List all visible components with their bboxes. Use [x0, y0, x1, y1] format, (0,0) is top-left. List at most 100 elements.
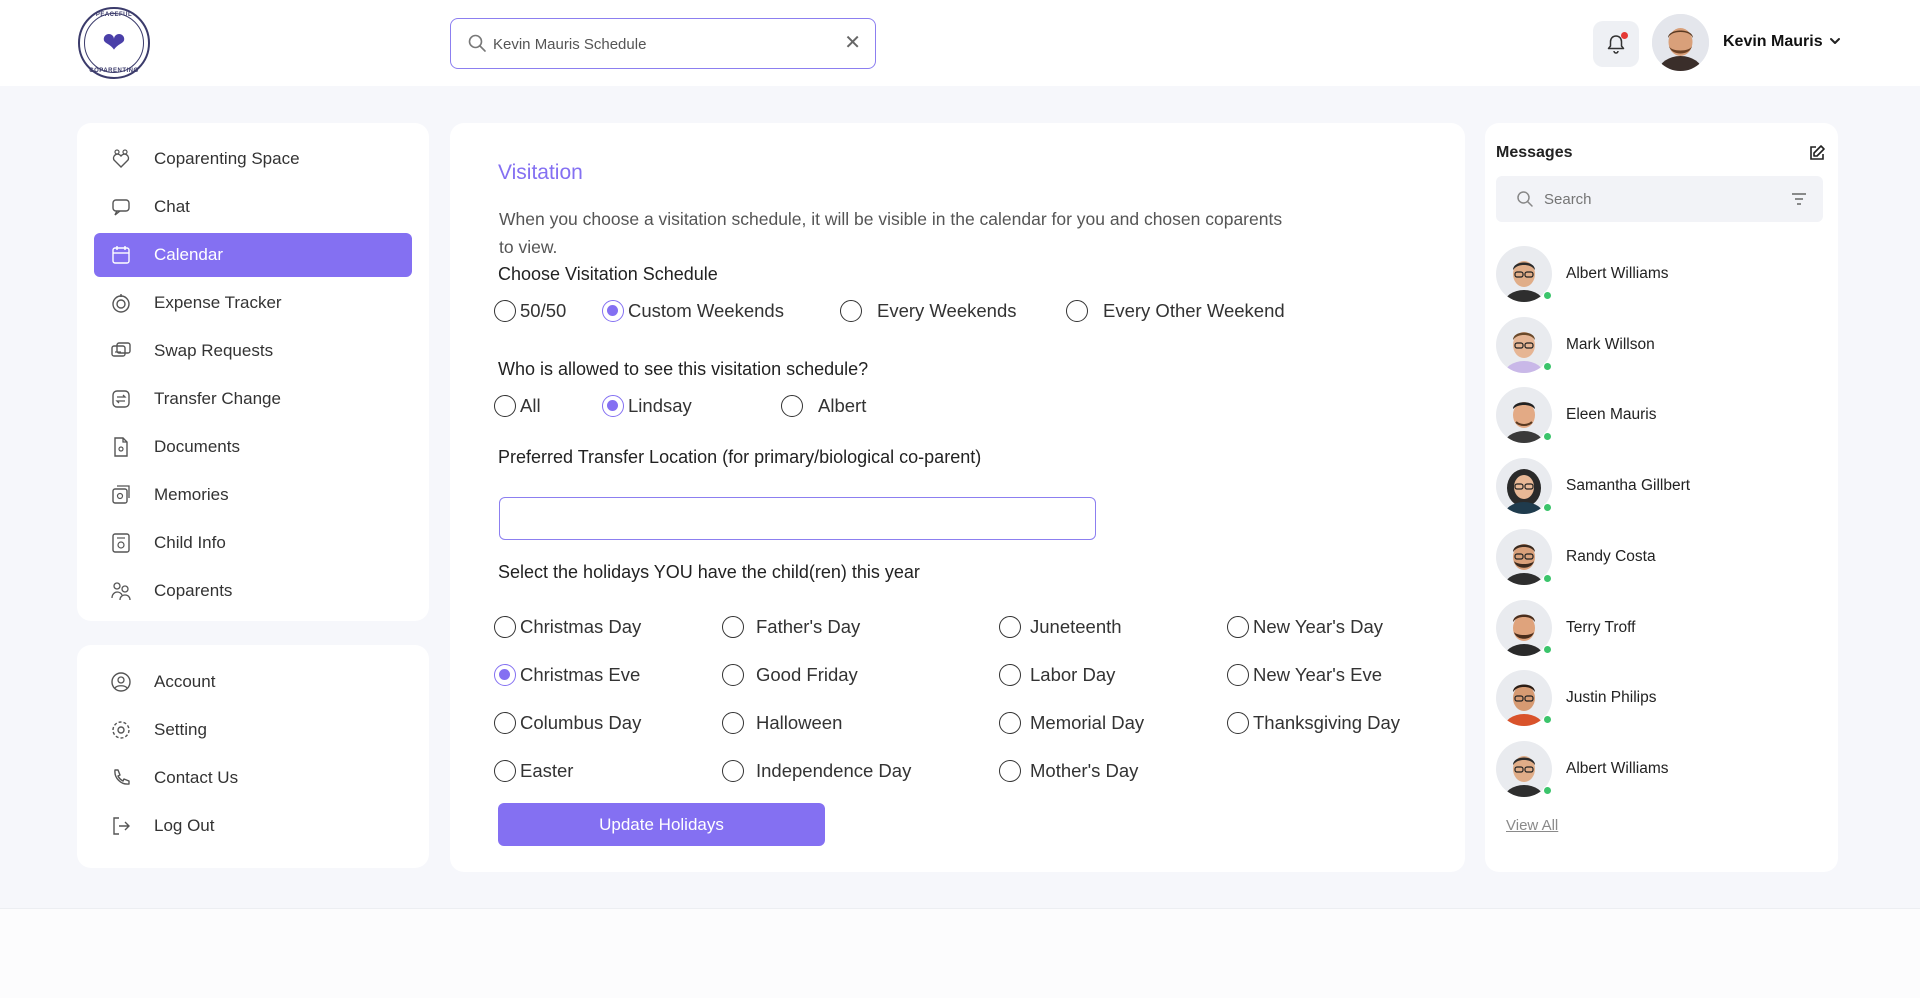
transfer-location-input[interactable]: [499, 497, 1096, 540]
memories-icon: [112, 485, 130, 504]
holiday-fathers-day[interactable]: Father's Day: [722, 616, 860, 638]
holiday-independence-day[interactable]: Independence Day: [722, 760, 911, 782]
radio-circle[interactable]: [722, 712, 744, 734]
sidebar-item-label: Setting: [154, 720, 207, 739]
contact-item[interactable]: Albert Williams: [1496, 246, 1816, 306]
contact-item[interactable]: Eleen Mauris: [1496, 387, 1816, 447]
sidebar-item-coparents[interactable]: Coparents: [94, 569, 412, 613]
radio-circle[interactable]: [602, 300, 624, 322]
radio-circle[interactable]: [494, 712, 516, 734]
online-indicator: [1543, 362, 1552, 371]
transfer-icon: [112, 390, 130, 408]
radio-circle[interactable]: [999, 664, 1021, 686]
filter-icon[interactable]: [1791, 191, 1807, 207]
sidebar-item-label: Child Info: [154, 533, 226, 552]
update-holidays-button[interactable]: Update Holidays: [498, 803, 825, 846]
footer-area: [0, 908, 1920, 998]
contact-item[interactable]: Terry Troff: [1496, 600, 1816, 660]
holiday-thanksgiving-day[interactable]: Thanksgiving Day: [1227, 712, 1400, 734]
view-all-link[interactable]: View All: [1506, 817, 1558, 834]
radio-circle[interactable]: [999, 616, 1021, 638]
schedule-option-every-other-weekend[interactable]: Every Other Weekend: [1066, 300, 1285, 322]
radio-circle[interactable]: [494, 760, 516, 782]
messages-search-input[interactable]: [1544, 187, 1764, 211]
radio-circle[interactable]: [494, 664, 516, 686]
radio-label: Thanksgiving Day: [1253, 712, 1401, 733]
document-icon: [114, 437, 128, 457]
account-icon: [111, 672, 131, 692]
contact-item[interactable]: Samantha Gillbert: [1496, 458, 1816, 518]
sidebar-item-account[interactable]: Account: [94, 660, 412, 704]
radio-circle[interactable]: [602, 395, 624, 417]
contact-name: Albert Williams: [1566, 265, 1669, 282]
logo-ring: [84, 13, 144, 73]
radio-label: Lindsay: [628, 395, 692, 416]
holiday-labor-day[interactable]: Labor Day: [999, 664, 1115, 686]
radio-label: Labor Day: [1030, 664, 1116, 685]
radio-circle[interactable]: [494, 616, 516, 638]
holiday-mothers-day[interactable]: Mother's Day: [999, 760, 1138, 782]
schedule-option-custom-weekends[interactable]: Custom Weekends: [602, 300, 784, 322]
visibility-option-lindsay[interactable]: Lindsay: [602, 395, 692, 417]
sidebar-item-calendar[interactable]: Calendar: [94, 233, 412, 277]
radio-circle[interactable]: [722, 616, 744, 638]
radio-circle[interactable]: [1066, 300, 1088, 322]
sidebar-item-coparenting-space[interactable]: Coparenting Space: [94, 137, 412, 181]
visibility-option-albert[interactable]: Albert: [781, 395, 866, 417]
holiday-new-years-day[interactable]: New Year's Day: [1227, 616, 1383, 638]
holiday-good-friday[interactable]: Good Friday: [722, 664, 858, 686]
sidebar-item-contact-us[interactable]: Contact Us: [94, 756, 412, 800]
radio-circle[interactable]: [1227, 664, 1249, 686]
contact-name: Eleen Mauris: [1566, 406, 1657, 423]
sidebar-item-documents[interactable]: Documents: [94, 425, 412, 469]
radio-circle[interactable]: [722, 664, 744, 686]
holiday-christmas-eve[interactable]: Christmas Eve: [494, 664, 640, 686]
close-icon[interactable]: ✕: [844, 31, 861, 55]
holiday-juneteenth[interactable]: Juneteenth: [999, 616, 1122, 638]
radio-circle[interactable]: [999, 712, 1021, 734]
holiday-halloween[interactable]: Halloween: [722, 712, 842, 734]
sidebar-item-swap-requests[interactable]: Swap Requests: [94, 329, 412, 373]
sidebar-item-chat[interactable]: Chat: [94, 185, 412, 229]
holiday-columbus-day[interactable]: Columbus Day: [494, 712, 641, 734]
schedule-option-every-weekends[interactable]: Every Weekends: [840, 300, 1017, 322]
global-search-input[interactable]: [493, 29, 823, 59]
contact-item[interactable]: Mark Willson: [1496, 317, 1816, 377]
sidebar-item-label: Calendar: [154, 245, 223, 264]
holiday-easter[interactable]: Easter: [494, 760, 573, 782]
radio-circle[interactable]: [722, 760, 744, 782]
sidebar-item-log-out[interactable]: Log Out: [94, 804, 412, 848]
app-logo[interactable]: PEACEFUL ❤ COPARENTING: [78, 7, 150, 79]
notification-dot: [1621, 32, 1628, 39]
contact-item[interactable]: Justin Philips: [1496, 670, 1816, 730]
sidebar-item-expense-tracker[interactable]: Expense Tracker: [94, 281, 412, 325]
holiday-christmas-day[interactable]: Christmas Day: [494, 616, 641, 638]
visibility-option-all[interactable]: All: [494, 395, 541, 417]
sidebar-item-setting[interactable]: Setting: [94, 708, 412, 752]
radio-circle[interactable]: [494, 300, 516, 322]
contact-item[interactable]: Albert Williams: [1496, 741, 1816, 801]
notification-button[interactable]: [1593, 21, 1639, 67]
radio-label: Every Other Weekend: [1103, 300, 1285, 321]
search-icon: [1517, 191, 1533, 207]
user-name[interactable]: Kevin Mauris: [1723, 33, 1823, 51]
chevron-down-icon[interactable]: [1828, 34, 1842, 48]
contact-item[interactable]: Randy Costa: [1496, 529, 1816, 589]
holiday-new-years-eve[interactable]: New Year's Eve: [1227, 664, 1382, 686]
radio-label: Albert: [818, 395, 867, 416]
sidebar-item-child-info[interactable]: Child Info: [94, 521, 412, 565]
radio-label: Juneteenth: [1030, 616, 1122, 637]
compose-icon[interactable]: [1808, 144, 1826, 162]
radio-circle[interactable]: [840, 300, 862, 322]
radio-circle[interactable]: [999, 760, 1021, 782]
global-search: ✕: [450, 18, 876, 69]
user-avatar[interactable]: [1652, 14, 1709, 71]
sidebar-item-memories[interactable]: Memories: [94, 473, 412, 517]
sidebar-item-transfer-change[interactable]: Transfer Change: [94, 377, 412, 421]
schedule-option-50-50[interactable]: 50/50: [494, 300, 566, 322]
radio-circle[interactable]: [781, 395, 803, 417]
radio-circle[interactable]: [494, 395, 516, 417]
radio-circle[interactable]: [1227, 616, 1249, 638]
radio-circle[interactable]: [1227, 712, 1249, 734]
holiday-memorial-day[interactable]: Memorial Day: [999, 712, 1144, 734]
